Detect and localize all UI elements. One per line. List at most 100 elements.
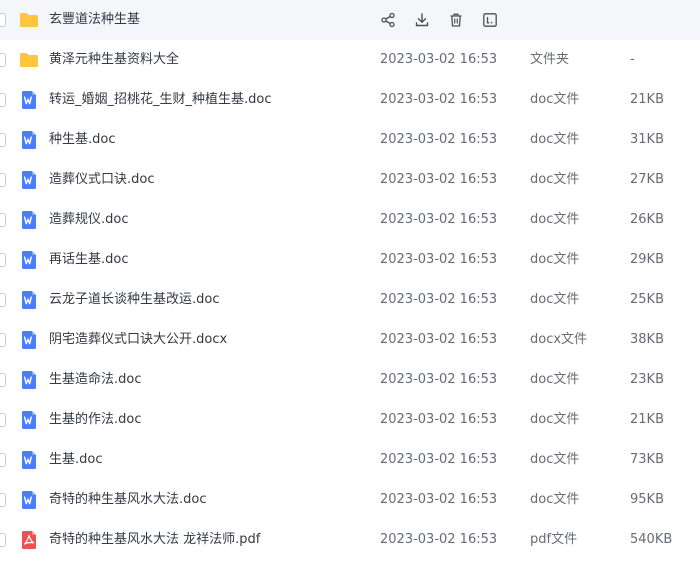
file-type: 文件夹 [530, 52, 570, 67]
file-row[interactable]: 造葬规仪.doc 2023-03-02 16:53 doc文件 26KB [0, 200, 700, 240]
file-name[interactable]: 云龙子道长谈种生基改运.doc [49, 280, 220, 320]
word-file-icon [19, 330, 39, 350]
row-checkbox[interactable] [0, 213, 6, 227]
file-date: 2023-03-02 16:53 [380, 252, 498, 267]
row-checkbox[interactable] [0, 413, 6, 427]
file-type: doc文件 [530, 132, 580, 147]
file-type: docx文件 [530, 332, 588, 347]
row-checkbox[interactable] [0, 173, 6, 187]
file-row[interactable]: 造葬仪式口诀.doc 2023-03-02 16:53 doc文件 27KB [0, 160, 700, 200]
file-name[interactable]: 再话生基.doc [49, 240, 129, 280]
file-list: 玄豐道法种生基 黄泽元种生基资料大全 2023-03-02 16:53 文件夹 - 转运_… [0, 0, 700, 576]
file-row[interactable]: 再话生基.doc 2023-03-02 16:53 doc文件 29KB [0, 240, 700, 280]
file-name[interactable]: 造葬仪式口诀.doc [49, 160, 155, 200]
file-type: doc文件 [530, 172, 580, 187]
file-size: 21KB [630, 92, 664, 107]
file-date: 2023-03-02 16:53 [380, 372, 498, 387]
word-file-icon [19, 290, 39, 310]
file-size: 31KB [630, 132, 664, 147]
word-file-icon [19, 90, 39, 110]
file-row[interactable]: 生基造命法.doc 2023-03-02 16:53 doc文件 23KB [0, 360, 700, 400]
file-type: doc文件 [530, 492, 580, 507]
word-file-icon [19, 250, 39, 270]
file-type: doc文件 [530, 372, 580, 387]
word-file-icon [19, 210, 39, 230]
row-checkbox[interactable] [0, 53, 6, 67]
row-checkbox[interactable] [0, 493, 6, 507]
file-size: 26KB [630, 212, 664, 227]
file-date: 2023-03-02 16:53 [380, 132, 498, 147]
file-type: pdf文件 [530, 532, 578, 547]
file-row[interactable]: 奇特的种生基风水大法 龙祥法师.pdf 2023-03-02 16:53 pdf文件… [0, 520, 700, 560]
file-size: 29KB [630, 252, 664, 267]
file-type: doc文件 [530, 252, 580, 267]
file-size: 38KB [630, 332, 664, 347]
file-row[interactable]: 黄泽元种生基资料大全 2023-03-02 16:53 文件夹 - [0, 40, 700, 80]
row-checkbox[interactable] [0, 333, 6, 347]
delete-icon[interactable] [446, 10, 466, 30]
row-checkbox[interactable] [0, 453, 6, 467]
file-name[interactable]: 黄泽元种生基资料大全 [49, 40, 179, 80]
file-name[interactable]: 奇特的种生基风水大法.doc [49, 480, 207, 520]
file-type: doc文件 [530, 452, 580, 467]
file-name[interactable]: 造葬规仪.doc [49, 200, 129, 240]
file-date: 2023-03-02 16:53 [380, 332, 498, 347]
row-checkbox[interactable] [0, 133, 6, 147]
folder-icon [19, 10, 39, 30]
word-file-icon [19, 130, 39, 150]
file-date: 2023-03-02 16:53 [380, 492, 498, 507]
word-file-icon [19, 170, 39, 190]
file-row[interactable]: 玄豐道法种生基 [0, 0, 700, 40]
file-name[interactable]: 阴宅造葬仪式口诀大公开.docx [49, 320, 227, 360]
file-size: 27KB [630, 172, 664, 187]
file-size: 540KB [630, 532, 673, 547]
file-size: 23KB [630, 372, 664, 387]
file-row[interactable]: 生基的作法.doc 2023-03-02 16:53 doc文件 21KB [0, 400, 700, 440]
file-date: 2023-03-02 16:53 [380, 52, 498, 67]
file-row[interactable]: 生基.doc 2023-03-02 16:53 doc文件 73KB [0, 440, 700, 480]
word-file-icon [19, 370, 39, 390]
file-date: 2023-03-02 16:53 [380, 412, 498, 427]
share-icon[interactable] [378, 10, 398, 30]
file-name[interactable]: 玄豐道法种生基 [49, 0, 140, 40]
file-row[interactable]: 奇特的种生基风水大法.doc 2023-03-02 16:53 doc文件 95KB [0, 480, 700, 520]
row-checkbox[interactable] [0, 93, 6, 107]
more-icon[interactable] [480, 10, 500, 30]
folder-icon [19, 50, 39, 70]
file-name[interactable]: 种生基.doc [49, 120, 116, 160]
file-row[interactable]: 阴宅造葬仪式口诀大公开.docx 2023-03-02 16:53 docx文件 38… [0, 320, 700, 360]
file-row[interactable]: 种生基.doc 2023-03-02 16:53 doc文件 31KB [0, 120, 700, 160]
file-type: doc文件 [530, 412, 580, 427]
file-size: - [630, 52, 635, 67]
word-file-icon [19, 490, 39, 510]
file-name[interactable]: 奇特的种生基风水大法 龙祥法师.pdf [49, 520, 260, 560]
file-name[interactable]: 生基.doc [49, 440, 103, 480]
word-file-icon [19, 410, 39, 430]
file-type: doc文件 [530, 212, 580, 227]
file-date: 2023-03-02 16:53 [380, 532, 498, 547]
row-checkbox[interactable] [0, 533, 6, 547]
row-checkbox[interactable] [0, 293, 6, 307]
row-checkbox[interactable] [0, 253, 6, 267]
file-type: doc文件 [530, 92, 580, 107]
file-size: 21KB [630, 412, 664, 427]
file-size: 25KB [630, 292, 664, 307]
file-name[interactable]: 生基造命法.doc [49, 360, 142, 400]
row-checkbox[interactable] [0, 13, 6, 27]
file-row[interactable]: 云龙子道长谈种生基改运.doc 2023-03-02 16:53 doc文件 25KB [0, 280, 700, 320]
file-name[interactable]: 转运_婚姻_招桃花_生财_种植生基.doc [49, 80, 272, 120]
download-icon[interactable] [412, 10, 432, 30]
word-file-icon [19, 450, 39, 470]
file-date: 2023-03-02 16:53 [380, 452, 498, 467]
row-checkbox[interactable] [0, 373, 6, 387]
pdf-file-icon [19, 530, 39, 550]
file-size: 73KB [630, 452, 664, 467]
file-row[interactable]: 转运_婚姻_招桃花_生财_种植生基.doc 2023-03-02 16:53 doc… [0, 80, 700, 120]
file-size: 95KB [630, 492, 664, 507]
file-type: doc文件 [530, 292, 580, 307]
row-actions [378, 10, 514, 30]
file-date: 2023-03-02 16:53 [380, 292, 498, 307]
file-name[interactable]: 生基的作法.doc [49, 400, 142, 440]
file-date: 2023-03-02 16:53 [380, 212, 498, 227]
file-date: 2023-03-02 16:53 [380, 172, 498, 187]
